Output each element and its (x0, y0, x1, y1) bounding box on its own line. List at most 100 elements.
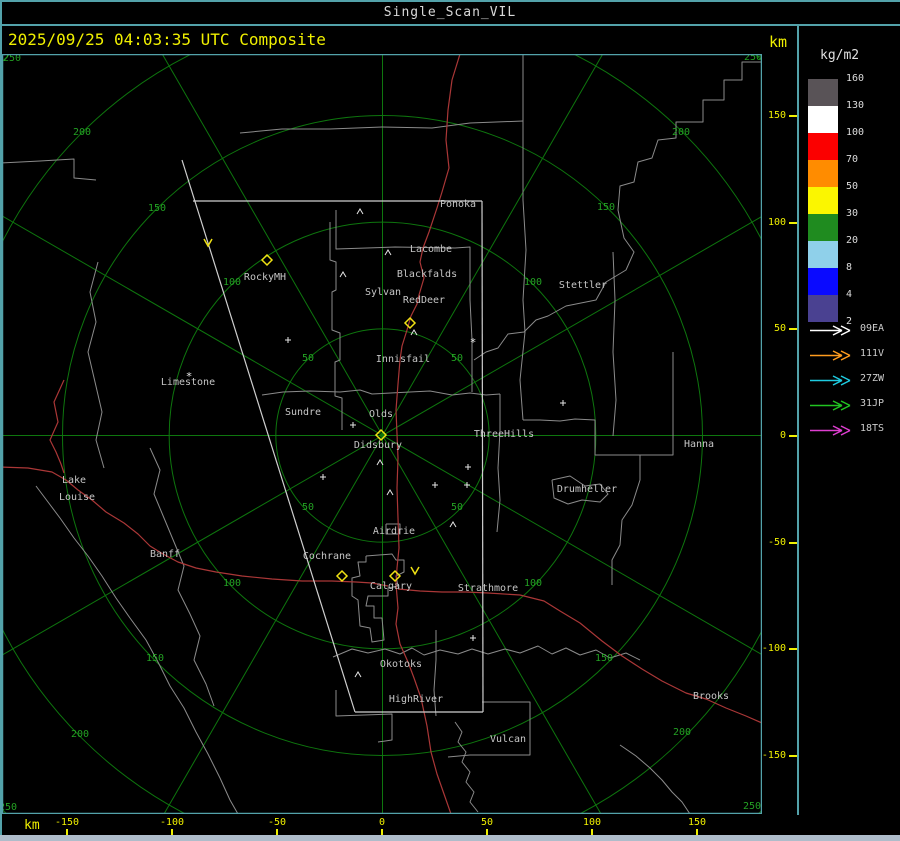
map-content-layer: 50 50 50 50 100 100 100 100 150 150 150 150 200 200 20… (2, 54, 761, 813)
storm-track-id-label: 31JP (860, 398, 885, 409)
window-title-bar[interactable]: Single_Scan_VIL (0, 2, 900, 24)
range-ring-label: 100 (223, 277, 241, 288)
right-axis-tick-label: 0 (779, 430, 786, 441)
county-boundary (640, 352, 674, 456)
vil-scale-color-box (808, 187, 838, 214)
county-boundary (619, 744, 690, 813)
bottom-axis-tick-label: -100 (159, 817, 185, 828)
range-ring-label: 100 (524, 578, 542, 589)
scan-datetime-label: 2025/09/25 04:03:35 UTC Composite (8, 30, 326, 49)
city-label: Drumheller (557, 484, 617, 495)
range-ring-label: 50 (451, 502, 463, 513)
vil-scale-color-box (808, 106, 838, 133)
city-label: Cochrane (303, 551, 351, 562)
bottom-axis-tick-label: 50 (480, 817, 494, 828)
bottom-axis-tick-label: 0 (378, 817, 386, 828)
county-boundary (335, 690, 393, 743)
vil-scale-color-box (808, 268, 838, 295)
right-axis-tick-label: -50 (767, 537, 786, 548)
city-label: Lacombe (410, 244, 452, 255)
vil-scale-color-box (808, 214, 838, 241)
county-boundary (351, 553, 405, 643)
city-label: Hanna (684, 439, 714, 450)
city-label: RedDeer (403, 295, 445, 306)
town-plus-marker (560, 400, 566, 406)
county-boundary (149, 447, 215, 707)
vil-scale-value-label: 20 (846, 235, 859, 246)
range-ring-label: 50 (302, 502, 314, 513)
title-divider (0, 24, 900, 26)
town-caret-marker (384, 249, 392, 256)
scan-sector-outline (481, 200, 484, 713)
storm-track-id-label: 27ZW (860, 373, 885, 384)
right-axis-tick-label: -100 (761, 643, 786, 654)
storm-track-arrow-icon (810, 400, 851, 411)
range-ring-label: 250 (3, 54, 21, 64)
vil-scale-color-box (808, 133, 838, 160)
county-boundary (473, 61, 761, 361)
window-title: Single_Scan_VIL (383, 5, 517, 20)
range-ring-label: 250 (2, 802, 17, 813)
city-label: Blackfalds (397, 269, 457, 280)
town-plus-marker (320, 474, 326, 480)
city-label: Vulcan (490, 734, 526, 745)
city-label: Stettler (559, 280, 607, 291)
vil-scale-color-box (808, 241, 838, 268)
vil-scale-color-box (808, 160, 838, 187)
town-caret-marker (449, 521, 457, 528)
town-plus-marker (465, 464, 471, 470)
radar-map-canvas[interactable]: 50 50 50 50 100 100 100 100 150 150 150 150 200 200 20… (1, 53, 763, 815)
range-ring-label: 50 (451, 353, 463, 364)
range-ring-label: 250 (743, 801, 761, 812)
right-axis-tick-label: 100 (767, 217, 786, 228)
storm-track-row: 27ZW (808, 372, 898, 386)
city-label: Didsbury (354, 440, 402, 451)
city-label: ThreeHills (474, 429, 534, 440)
storm-track-arrow-icon (810, 375, 851, 386)
town-caret-marker (339, 271, 347, 278)
right-axis-tick-label: 150 (767, 110, 786, 121)
range-ring-label: 150 (148, 203, 166, 214)
city-label: Banff (150, 549, 180, 560)
window-bottom-bar (0, 835, 900, 841)
county-boundary (332, 645, 641, 661)
vil-scale-color-box (808, 295, 838, 322)
vil-scale-value-label: 100 (846, 127, 865, 138)
legend-panel-divider (797, 26, 799, 815)
vil-scale-value-label: 70 (846, 154, 859, 165)
county-boundary (35, 485, 239, 813)
range-ring-label: 200 (673, 727, 691, 738)
city-label: Lake (62, 475, 86, 486)
county-boundary (329, 222, 343, 430)
vil-scale-value-label: 130 (846, 100, 865, 111)
town-plus-marker (350, 422, 356, 428)
storm-track-row: 111V (808, 347, 898, 361)
color-scale-unit-label: kg/m2 (820, 48, 860, 63)
city-label: Olds (369, 409, 393, 420)
city-label: Ponoka (440, 199, 476, 210)
range-ring-label: 100 (223, 578, 241, 589)
city-label: Strathmore (458, 583, 518, 594)
storm-track-id-label: 111V (860, 348, 885, 359)
right-axis-unit-label: km (769, 33, 788, 51)
storm-cell-diamond-marker (388, 569, 402, 583)
town-plus-marker (285, 337, 291, 343)
radar-map-svg[interactable]: 50 50 50 50 100 100 100 100 150 150 150 150 200 200 20… (1, 53, 763, 815)
town-plus-marker (470, 635, 476, 641)
town-caret-marker (356, 208, 364, 215)
county-boundary (523, 418, 641, 585)
range-ring-label: 150 (597, 202, 615, 213)
storm-track-row: 31JP (808, 397, 898, 411)
county-boundary (454, 721, 479, 813)
city-label: HighRiver (389, 694, 443, 705)
city-label: Louise (59, 492, 95, 503)
town-star-marker: * (186, 370, 193, 383)
range-ring-label: 200 (71, 729, 89, 740)
vil-scale-value-label: 4 (846, 289, 853, 300)
city-label: Airdrie (373, 526, 415, 537)
range-ring-label: 200 (672, 127, 690, 138)
storm-track-arrow-icon (810, 325, 851, 336)
bottom-axis-tick-label: 100 (582, 817, 602, 828)
range-ring-label: 50 (302, 353, 314, 364)
bottom-axis-unit-label: km (24, 818, 40, 833)
